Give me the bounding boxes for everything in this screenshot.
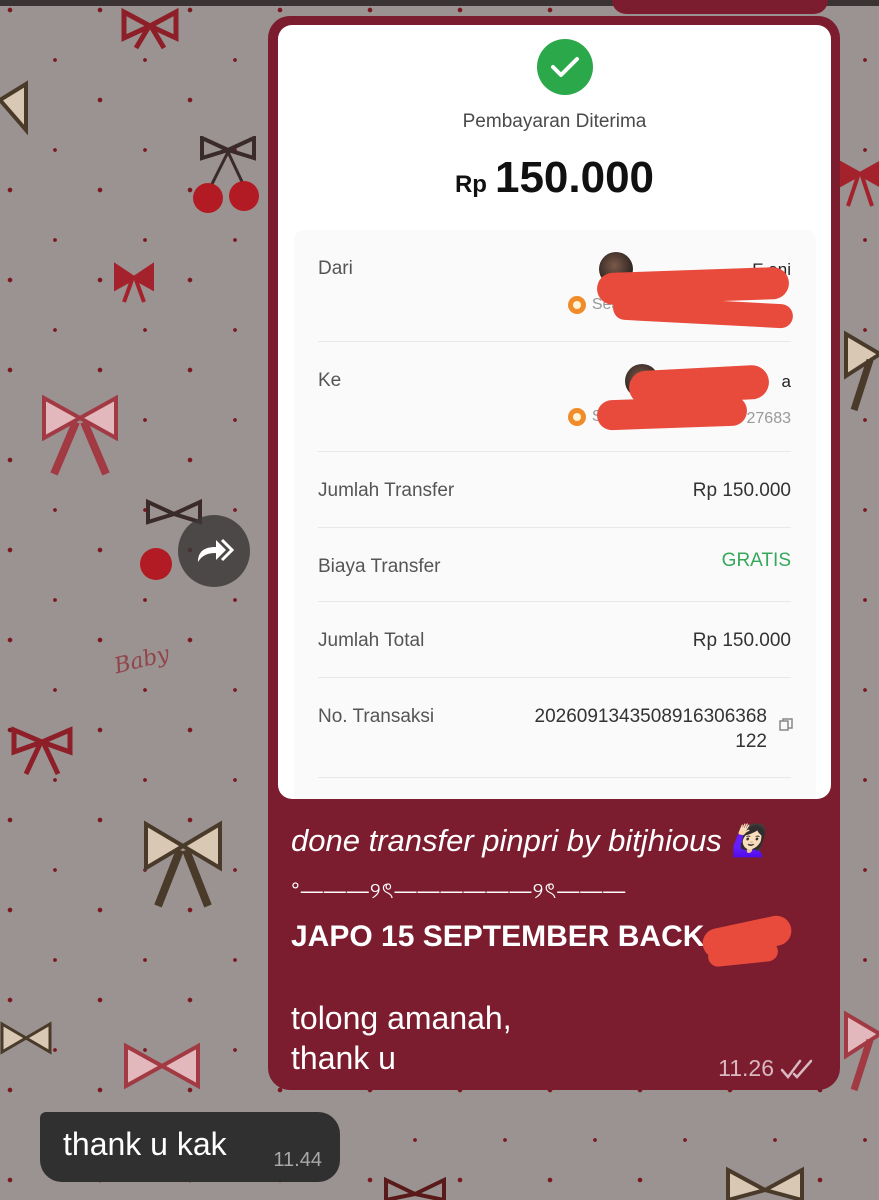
previous-message-edge [612, 0, 828, 14]
bow-decoration [840, 160, 879, 207]
transaction-id-label: No. Transaksi [318, 706, 435, 727]
seabank-icon [567, 408, 586, 426]
message-time: 11.44 [273, 1149, 322, 1171]
transfer-fee-value: GRATIS [721, 550, 791, 571]
outgoing-message-meta: 11.26 [718, 1055, 816, 1082]
transfer-amount-label: Jumlah Transfer [318, 480, 455, 501]
total-amount-label: Jumlah Total [318, 630, 425, 651]
caption-line-3: JAPO 15 SEPTEMBER BACK [291, 920, 705, 953]
caption-line-5: thank u [291, 1040, 396, 1076]
currency-label: Rp [454, 171, 487, 198]
caption-line-1: done transfer pinpri by bitjhious 🙋🏻‍♀️ [291, 823, 770, 858]
check-circle-icon [537, 39, 593, 95]
total-amount-row: Jumlah Total Rp 150.000 [318, 602, 791, 678]
gingham-bow-decoration [844, 1010, 879, 1092]
leopard-bow-decoration [726, 1166, 804, 1200]
recipient-account-tail: 27683 [746, 410, 792, 427]
recipient-name: a [781, 372, 791, 391]
forward-icon [198, 538, 234, 562]
caption-line-4: tolong amanah, [291, 1000, 512, 1036]
copy-icon[interactable] [779, 718, 793, 732]
transaction-id-line1: 20260913435089163063​68 [534, 706, 767, 727]
bow-decoration [121, 7, 179, 50]
incoming-message-text: thank u kak [63, 1126, 227, 1162]
transfer-amount-value: Rp 150.000 [692, 480, 791, 501]
incoming-message-bubble[interactable]: thank u kak 11.44 [40, 1112, 340, 1182]
redaction-mark [596, 395, 748, 431]
outgoing-message-bubble[interactable]: Pembayaran Diterima Rp 150.000 Dari E ani… [268, 16, 840, 1090]
double-check-icon [780, 1059, 813, 1079]
bow-decoration [384, 1176, 446, 1200]
wallpaper-text: Baby [111, 641, 172, 680]
leopard-bow-decoration [144, 820, 222, 908]
seabank-icon [567, 296, 586, 314]
from-row: Dari E ani SeaB [318, 230, 794, 342]
total-amount-value: Rp 150.000 [692, 630, 791, 651]
message-time: 11.26 [718, 1055, 774, 1081]
forward-button[interactable] [178, 515, 250, 587]
bow-decoration [114, 262, 154, 303]
transfer-details: Dari E ani SeaB Ke a SeaB 2768 [294, 230, 816, 799]
payment-amount: Rp 150.000 [278, 153, 831, 203]
transfer-amount-row: Jumlah Transfer Rp 150.000 [318, 452, 791, 528]
to-label: Ke [318, 370, 342, 391]
transfer-fee-label: Biaya Transfer [318, 556, 441, 577]
redaction-mark [612, 295, 794, 329]
gingham-bow-decoration [124, 1042, 200, 1090]
payment-receipt-image[interactable]: Pembayaran Diterima Rp 150.000 Dari E ani… [278, 25, 831, 799]
leopard-bow-decoration [0, 1021, 52, 1055]
to-row: Ke a SeaB 27683 [318, 342, 791, 452]
bow-decoration [11, 726, 73, 776]
from-label: Dari [318, 258, 353, 279]
payment-status: Pembayaran Diterima [462, 111, 647, 132]
amount-value: 150.000 [494, 153, 655, 202]
transaction-id-row: No. Transaksi 20260913435089163063​68 12… [318, 678, 793, 778]
transaction-id-line2: 122 [735, 731, 767, 752]
caption-divider: °———୨ৎ——————୨ৎ——— [291, 878, 627, 903]
leopard-bow-decoration [844, 330, 879, 412]
leopard-bow-decoration [0, 80, 28, 136]
cherry-decoration [193, 136, 259, 213]
transfer-fee-row: Biaya Transfer GRATIS [318, 528, 791, 602]
gingham-bow-decoration [42, 394, 118, 476]
